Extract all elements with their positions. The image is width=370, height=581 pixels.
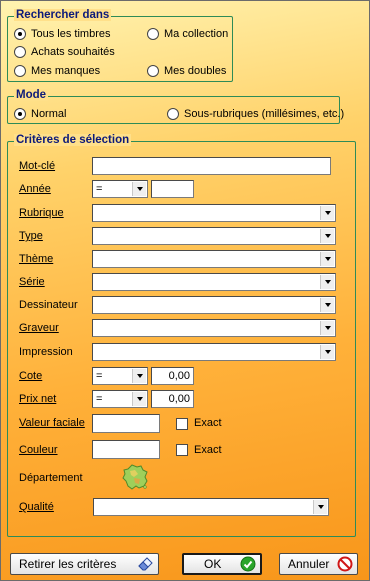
chevron-down-icon[interactable] xyxy=(313,500,327,514)
rubrique-label: Rubrique xyxy=(19,207,64,219)
eraser-icon xyxy=(138,557,153,571)
radio-label: Tous les timbres xyxy=(31,28,111,40)
impression-label: Impression xyxy=(19,346,73,358)
theme-select[interactable] xyxy=(92,250,336,268)
valeur-faciale-exact-label: Exact xyxy=(194,417,222,429)
graveur-label: Graveur xyxy=(19,322,59,334)
qualite-label: Qualité xyxy=(19,501,54,513)
impression-select[interactable] xyxy=(92,343,336,361)
cote-input[interactable]: 0,00 xyxy=(151,367,194,385)
couleur-exact-checkbox[interactable] xyxy=(176,444,188,456)
france-map-icon[interactable] xyxy=(120,462,150,492)
type-select[interactable] xyxy=(92,227,336,245)
radio-button[interactable] xyxy=(14,46,26,58)
valeur-faciale-exact-checkbox[interactable] xyxy=(176,418,188,430)
couleur-label: Couleur xyxy=(19,444,58,456)
chevron-down-icon[interactable] xyxy=(320,229,334,243)
year-operator-select[interactable]: = xyxy=(92,180,148,198)
valeur-faciale-input[interactable] xyxy=(92,414,160,433)
rubrique-select[interactable] xyxy=(92,204,336,222)
year-operator-value: = xyxy=(96,183,103,195)
chevron-down-icon[interactable] xyxy=(320,206,334,220)
radio-button[interactable] xyxy=(14,28,26,40)
cote-operator-value: = xyxy=(96,370,103,382)
serie-label: Série xyxy=(19,276,45,288)
couleur-exact-label: Exact xyxy=(194,444,222,456)
theme-label: Thème xyxy=(19,253,54,265)
year-input[interactable] xyxy=(151,180,194,198)
chevron-down-icon[interactable] xyxy=(320,298,334,312)
ok-button[interactable]: OK xyxy=(182,553,262,575)
dessinateur-label: Dessinateur xyxy=(19,299,78,311)
chevron-down-icon[interactable] xyxy=(320,252,334,266)
prix-net-operator-select[interactable]: = xyxy=(92,390,148,408)
type-label: Type xyxy=(19,230,43,242)
serie-select[interactable] xyxy=(92,273,336,291)
chevron-down-icon[interactable] xyxy=(320,345,334,359)
clear-criteria-label: Retirer les critères xyxy=(19,557,117,571)
radio-label: Sous-rubriques (millésimes, etc.) xyxy=(184,108,345,120)
chevron-down-icon[interactable] xyxy=(132,182,146,196)
chevron-down-icon[interactable] xyxy=(320,321,334,335)
radio-button[interactable] xyxy=(14,108,26,120)
criteria-title: Critères de sélection xyxy=(14,134,132,146)
radio-label: Ma collection xyxy=(164,28,229,40)
radio-my-collection[interactable]: Ma collection xyxy=(147,28,228,40)
cancel-button[interactable]: Annuler xyxy=(279,553,358,575)
chevron-down-icon[interactable] xyxy=(320,275,334,289)
radio-mode-normal[interactable]: Normal xyxy=(14,108,66,120)
valeur-faciale-label: Valeur faciale xyxy=(19,417,85,429)
check-circle-icon xyxy=(240,556,256,572)
radio-label: Achats souhaités xyxy=(31,46,115,58)
year-label: Année xyxy=(19,183,51,195)
search-dialog: Rechercher dans Tous les timbres Achats … xyxy=(0,0,370,581)
no-entry-icon xyxy=(337,556,353,572)
qualite-select[interactable] xyxy=(93,498,329,516)
keyword-input[interactable] xyxy=(92,157,331,175)
radio-label: Mes manques xyxy=(31,65,101,77)
graveur-select[interactable] xyxy=(92,319,336,337)
mode-title: Mode xyxy=(14,89,49,101)
radio-label: Normal xyxy=(31,108,67,120)
cote-label: Cote xyxy=(19,370,43,382)
radio-button[interactable] xyxy=(14,65,26,77)
prix-net-label: Prix net xyxy=(19,393,57,405)
search-in-title: Rechercher dans xyxy=(14,9,112,21)
chevron-down-icon[interactable] xyxy=(132,392,146,406)
radio-wishlist[interactable]: Achats souhaités xyxy=(14,46,115,58)
ok-label: OK xyxy=(204,557,222,571)
cancel-label: Annuler xyxy=(288,557,330,571)
radio-button[interactable] xyxy=(147,65,159,77)
clear-criteria-button[interactable]: Retirer les critères xyxy=(10,553,159,575)
radio-button[interactable] xyxy=(167,108,179,120)
dessinateur-select[interactable] xyxy=(92,296,336,314)
radio-duplicates[interactable]: Mes doubles xyxy=(147,65,226,77)
chevron-down-icon[interactable] xyxy=(132,369,146,383)
cote-operator-select[interactable]: = xyxy=(92,367,148,385)
radio-mode-subsections[interactable]: Sous-rubriques (millésimes, etc.) xyxy=(167,108,344,120)
keyword-label: Mot-clé xyxy=(19,160,56,172)
radio-button[interactable] xyxy=(147,28,159,40)
departement-label: Département xyxy=(19,472,83,484)
prix-net-input[interactable]: 0,00 xyxy=(151,390,194,408)
radio-label: Mes doubles xyxy=(164,65,227,77)
radio-all-stamps[interactable]: Tous les timbres xyxy=(14,28,110,40)
radio-missing[interactable]: Mes manques xyxy=(14,65,100,77)
prix-net-operator-value: = xyxy=(96,393,103,405)
couleur-input[interactable] xyxy=(92,440,160,459)
